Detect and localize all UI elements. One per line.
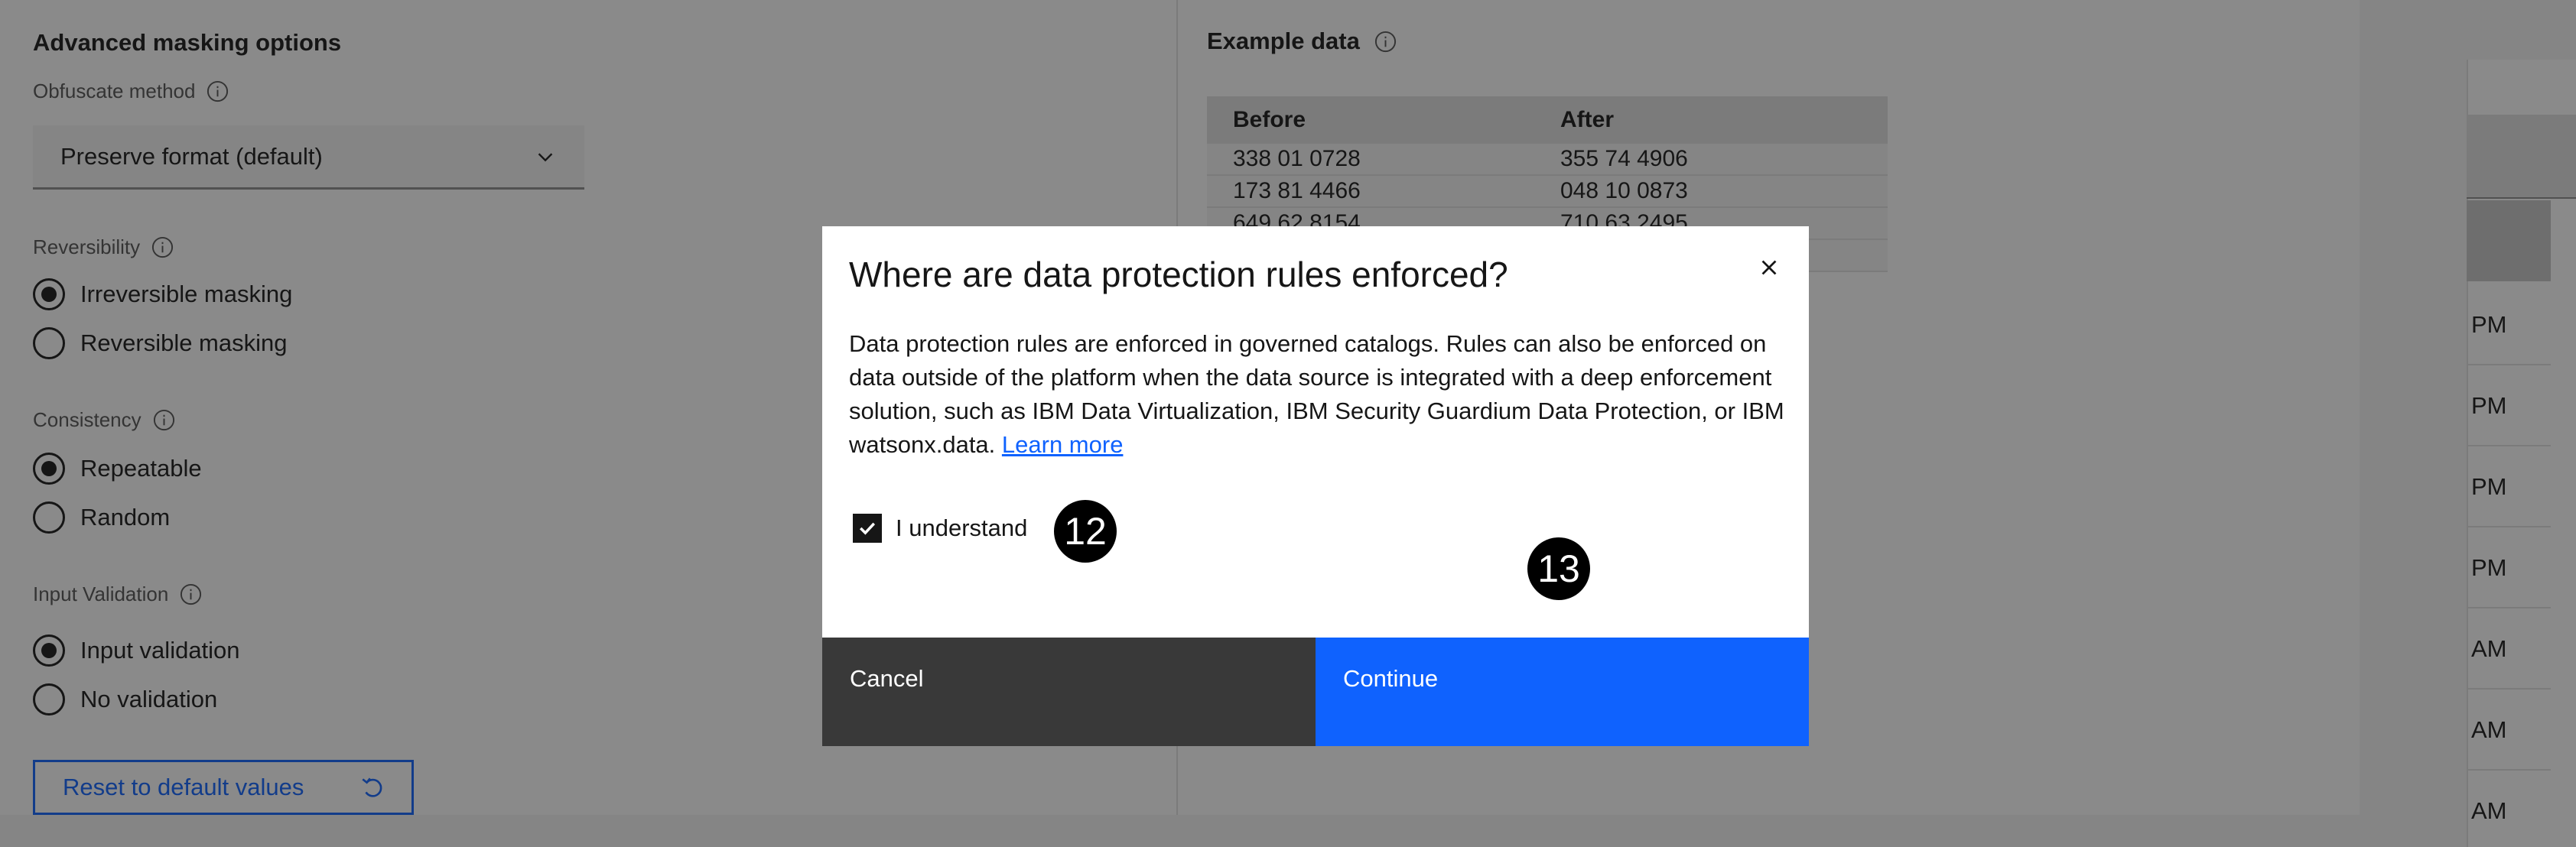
learn-more-link[interactable]: Learn more (1002, 431, 1124, 458)
modal-body-text: Data protection rules are enforced in go… (849, 330, 1784, 458)
enforcement-modal: Where are data protection rules enforced… (822, 226, 1809, 746)
continue-button[interactable]: Continue (1316, 638, 1809, 746)
step-marker-13: 13 (1527, 537, 1590, 600)
close-icon (1761, 260, 1777, 275)
checkbox-checked-icon[interactable] (853, 514, 882, 543)
modal-body: Data protection rules are enforced in go… (849, 327, 1790, 462)
step-marker-12: 12 (1054, 500, 1117, 563)
modal-title: Where are data protection rules enforced… (849, 255, 1508, 294)
cancel-button[interactable]: Cancel (822, 638, 1316, 746)
checkbox-label: I understand (896, 514, 1028, 541)
understand-checkbox[interactable]: I understand (853, 514, 1027, 543)
close-button[interactable] (1751, 249, 1787, 286)
